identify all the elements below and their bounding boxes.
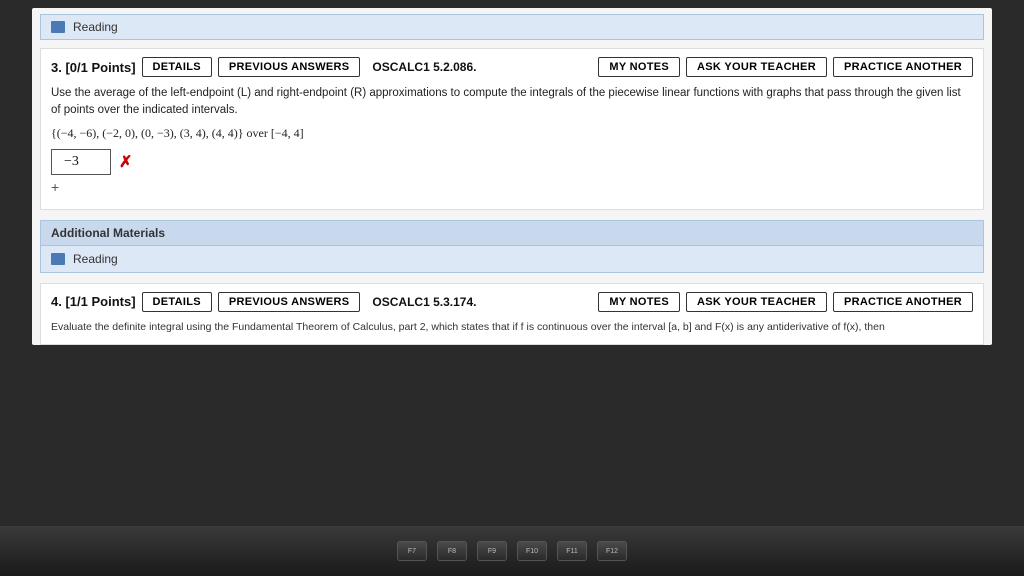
top-reading-label[interactable]: Reading: [73, 20, 118, 34]
question-3-section: 3. [0/1 Points] DETAILS PREVIOUS ANSWERS…: [40, 48, 984, 210]
practice-another-button-4[interactable]: PRACTICE ANOTHER: [833, 292, 973, 312]
additional-materials-3: Additional Materials Reading: [40, 220, 984, 273]
answer-input-3[interactable]: −3: [51, 149, 111, 175]
question-3-label: 3. [0/1 Points]: [51, 60, 136, 75]
ask-teacher-button-3[interactable]: ASK YOUR TEACHER: [686, 57, 827, 77]
oscalc-label-3: OSCALC1 5.2.086.: [372, 60, 476, 74]
my-notes-button-4[interactable]: MY NOTES: [598, 292, 680, 312]
keyboard-key-3: F9: [477, 541, 507, 561]
question-4-section: 4. [1/1 Points] DETAILS PREVIOUS ANSWERS…: [40, 283, 984, 346]
keyboard-area: F7 F8 F9 F10 F11 F12: [0, 526, 1024, 576]
previous-answers-button-4[interactable]: PREVIOUS ANSWERS: [218, 292, 361, 312]
my-notes-button-3[interactable]: MY NOTES: [598, 57, 680, 77]
question-3-body: Use the average of the left-endpoint (L)…: [51, 85, 973, 120]
keyboard-key-4: F10: [517, 541, 547, 561]
additional-reading-label[interactable]: Reading: [73, 252, 118, 266]
error-mark-3: ✗: [119, 152, 132, 172]
answer-row-3: −3 ✗: [51, 149, 973, 175]
keyboard-key-1: F7: [397, 541, 427, 561]
top-reading-bar: Reading: [40, 14, 984, 40]
details-button-3[interactable]: DETAILS: [142, 57, 212, 77]
question-3-header: 3. [0/1 Points] DETAILS PREVIOUS ANSWERS…: [51, 57, 973, 77]
reading-doc-icon: [51, 253, 65, 265]
right-buttons-4: MY NOTES ASK YOUR TEACHER PRACTICE ANOTH…: [598, 292, 973, 312]
previous-answers-button-3[interactable]: PREVIOUS ANSWERS: [218, 57, 361, 77]
expand-icon-3[interactable]: +: [51, 179, 973, 195]
keyboard-key-2: F8: [437, 541, 467, 561]
keyboard-key-5: F11: [557, 541, 587, 561]
keyboard-key-6: F12: [597, 541, 627, 561]
additional-materials-header: Additional Materials: [41, 221, 983, 246]
oscalc-label-4: OSCALC1 5.3.174.: [372, 295, 476, 309]
details-button-4[interactable]: DETAILS: [142, 292, 212, 312]
additional-materials-body: Reading: [41, 246, 983, 272]
right-buttons-3: MY NOTES ASK YOUR TEACHER PRACTICE ANOTH…: [598, 57, 973, 77]
practice-another-button-3[interactable]: PRACTICE ANOTHER: [833, 57, 973, 77]
question-4-body: Evaluate the definite integral using the…: [51, 320, 973, 335]
ask-teacher-button-4[interactable]: ASK YOUR TEACHER: [686, 292, 827, 312]
question-4-label: 4. [1/1 Points]: [51, 294, 136, 309]
question-4-header: 4. [1/1 Points] DETAILS PREVIOUS ANSWERS…: [51, 292, 973, 312]
reading-icon: [51, 21, 65, 33]
math-points-3: {(−4, −6), (−2, 0), (0, −3), (3, 4), (4,…: [51, 126, 973, 141]
